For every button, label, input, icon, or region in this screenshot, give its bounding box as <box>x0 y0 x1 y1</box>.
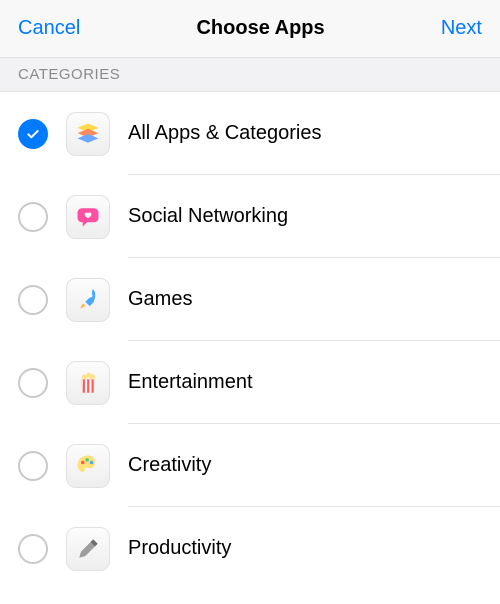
category-label: Productivity <box>128 537 231 560</box>
category-row-entertainment[interactable]: Entertainment <box>0 341 500 424</box>
palette-icon <box>66 444 110 488</box>
category-list: All Apps & Categories Social Networking … <box>0 92 500 590</box>
nav-bar: Cancel Choose Apps Next <box>0 0 500 58</box>
category-label: Social Networking <box>128 205 288 228</box>
stack-icon <box>66 112 110 156</box>
radio-selected[interactable] <box>18 119 48 149</box>
popcorn-icon <box>66 361 110 405</box>
category-row-creativity[interactable]: Creativity <box>0 424 500 507</box>
checkmark-icon <box>25 126 41 142</box>
category-label: Creativity <box>128 454 211 477</box>
category-row-all[interactable]: All Apps & Categories <box>0 92 500 175</box>
category-row-social[interactable]: Social Networking <box>0 175 500 258</box>
radio-unselected[interactable] <box>18 451 48 481</box>
radio-unselected[interactable] <box>18 285 48 315</box>
rocket-icon <box>66 278 110 322</box>
radio-unselected[interactable] <box>18 534 48 564</box>
pen-icon <box>66 527 110 571</box>
radio-unselected[interactable] <box>18 202 48 232</box>
category-label: Entertainment <box>128 371 253 394</box>
radio-unselected[interactable] <box>18 368 48 398</box>
page-title: Choose Apps <box>196 17 324 40</box>
cancel-button[interactable]: Cancel <box>18 17 80 40</box>
category-row-productivity[interactable]: Productivity <box>0 507 500 590</box>
category-label: All Apps & Categories <box>128 122 321 145</box>
next-button[interactable]: Next <box>441 17 482 40</box>
chat-heart-icon <box>66 195 110 239</box>
category-label: Games <box>128 288 192 311</box>
category-row-games[interactable]: Games <box>0 258 500 341</box>
section-header-categories: CATEGORIES <box>0 58 500 92</box>
